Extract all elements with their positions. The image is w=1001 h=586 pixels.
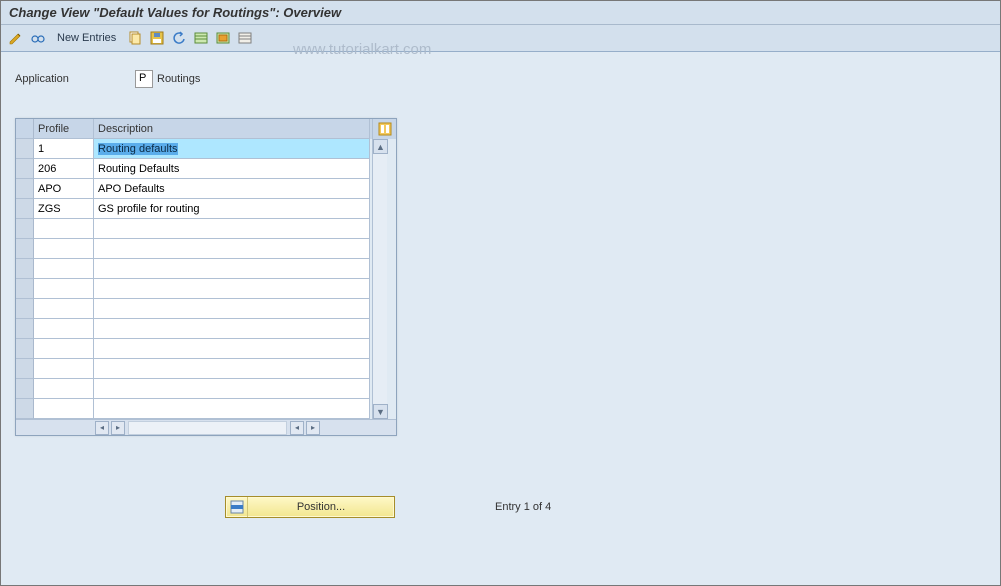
scroll-track-horizontal[interactable] — [128, 421, 287, 435]
position-button[interactable]: Position... — [225, 496, 395, 518]
table-row[interactable] — [16, 399, 372, 419]
save-icon[interactable] — [148, 29, 166, 47]
application-label: Application — [15, 73, 135, 85]
page-title: Change View "Default Values for Routings… — [1, 1, 1000, 25]
new-entries-button[interactable]: New Entries — [51, 32, 122, 44]
select-all-cell[interactable] — [16, 119, 34, 139]
table-row[interactable] — [16, 299, 372, 319]
application-input[interactable]: P — [135, 70, 153, 88]
table-row[interactable] — [16, 279, 372, 299]
cell-description[interactable]: Routing Defaults — [94, 159, 370, 179]
undo-icon[interactable] — [170, 29, 188, 47]
select-all-icon[interactable] — [214, 29, 232, 47]
table-row[interactable]: APO APO Defaults — [16, 179, 372, 199]
scroll-track-vertical[interactable] — [373, 154, 387, 404]
cell-profile[interactable]: ZGS — [34, 199, 94, 219]
table-config-icon[interactable] — [372, 119, 396, 139]
glasses-icon[interactable] — [29, 29, 47, 47]
col-header-description[interactable]: Description — [94, 119, 370, 139]
delimit-icon[interactable] — [192, 29, 210, 47]
table-row[interactable] — [16, 219, 372, 239]
scroll-right-end-icon[interactable]: ▸ — [306, 421, 320, 435]
table-row[interactable] — [16, 239, 372, 259]
cell-description[interactable]: APO Defaults — [94, 179, 370, 199]
scroll-up-icon[interactable]: ▲ — [373, 139, 388, 154]
cell-profile[interactable]: APO — [34, 179, 94, 199]
position-label: Position... — [248, 501, 394, 513]
col-header-profile[interactable]: Profile — [34, 119, 94, 139]
application-description: Routings — [157, 73, 200, 85]
table-row[interactable] — [16, 319, 372, 339]
table-row[interactable] — [16, 359, 372, 379]
table-row[interactable]: ZGS GS profile for routing — [16, 199, 372, 219]
table-row[interactable]: 1 Routing defaults — [16, 139, 372, 159]
position-icon — [226, 497, 248, 517]
row-selector[interactable] — [16, 179, 34, 199]
cell-profile[interactable]: 206 — [34, 159, 94, 179]
scroll-down-icon[interactable]: ▼ — [373, 404, 388, 419]
table-row[interactable] — [16, 259, 372, 279]
deselect-icon[interactable] — [236, 29, 254, 47]
cell-description[interactable]: Routing defaults — [94, 139, 370, 159]
toolbar: New Entries — [1, 25, 1000, 52]
change-icon[interactable] — [7, 29, 25, 47]
entry-count-text: Entry 1 of 4 — [495, 501, 551, 513]
table-row[interactable] — [16, 339, 372, 359]
scroll-right-icon[interactable]: ◂ — [290, 421, 304, 435]
cell-description[interactable]: GS profile for routing — [94, 199, 370, 219]
profiles-table: Profile Description 1 Routing defaults 2… — [15, 118, 397, 436]
cell-profile[interactable]: 1 — [34, 139, 94, 159]
table-row[interactable] — [16, 379, 372, 399]
copy-icon[interactable] — [126, 29, 144, 47]
scroll-left-start-icon[interactable]: ◂ — [95, 421, 109, 435]
application-field-row: Application P Routings — [15, 70, 986, 88]
scroll-left-icon[interactable]: ▸ — [111, 421, 125, 435]
row-selector[interactable] — [16, 159, 34, 179]
row-selector[interactable] — [16, 139, 34, 159]
row-selector[interactable] — [16, 199, 34, 219]
table-row[interactable]: 206 Routing Defaults — [16, 159, 372, 179]
